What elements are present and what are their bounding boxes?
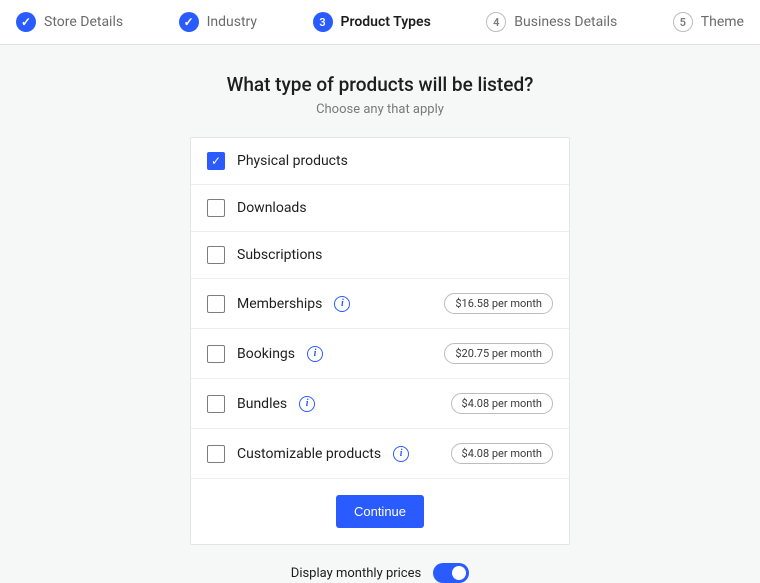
product-type-label: Memberships [237, 296, 322, 312]
checkbox-icon[interactable] [207, 345, 225, 363]
step-store-details[interactable]: ✓ Store Details [16, 12, 123, 32]
checkbox-icon[interactable]: ✓ [207, 152, 225, 170]
check-icon: ✓ [179, 12, 199, 32]
product-type-label: Bookings [237, 346, 295, 362]
step-label: Store Details [44, 14, 123, 30]
checkbox-icon[interactable] [207, 246, 225, 264]
price-toggle-row: Display monthly prices [291, 563, 469, 583]
product-types-card: ✓ Physical products Downloads Subscripti… [190, 137, 570, 545]
price-badge: $20.75 per month [444, 343, 553, 364]
toggle-knob-icon [452, 566, 466, 580]
product-type-row[interactable]: Subscriptions [191, 232, 569, 279]
product-type-row[interactable]: Downloads [191, 185, 569, 232]
step-number-icon: 4 [486, 12, 506, 32]
product-type-row[interactable]: Memberships i $16.58 per month [191, 279, 569, 329]
stepper: ✓ Store Details ✓ Industry 3 Product Typ… [0, 0, 760, 45]
card-actions: Continue [191, 479, 569, 544]
info-icon[interactable]: i [334, 296, 350, 312]
continue-button[interactable]: Continue [336, 495, 424, 528]
product-type-row[interactable]: ✓ Physical products [191, 138, 569, 185]
product-type-label: Customizable products [237, 446, 381, 462]
product-type-label: Bundles [237, 396, 287, 412]
checkbox-icon[interactable] [207, 295, 225, 313]
check-icon: ✓ [16, 12, 36, 32]
step-number-icon: 3 [313, 12, 333, 32]
page-subtitle: Choose any that apply [316, 102, 444, 117]
display-prices-toggle[interactable] [433, 563, 469, 583]
step-label: Industry [207, 14, 257, 30]
product-type-row[interactable]: Bundles i $4.08 per month [191, 379, 569, 429]
checkbox-icon[interactable] [207, 445, 225, 463]
step-theme[interactable]: 5 Theme [673, 12, 744, 32]
price-badge: $4.08 per month [451, 443, 553, 464]
product-type-label: Physical products [237, 153, 348, 169]
product-type-row[interactable]: Customizable products i $4.08 per month [191, 429, 569, 479]
main-content: What type of products will be listed? Ch… [0, 45, 760, 583]
checkbox-icon[interactable] [207, 395, 225, 413]
step-label: Theme [701, 14, 744, 30]
step-product-types[interactable]: 3 Product Types [313, 12, 431, 32]
toggle-label: Display monthly prices [291, 566, 421, 581]
step-business-details[interactable]: 4 Business Details [486, 12, 617, 32]
step-industry[interactable]: ✓ Industry [179, 12, 257, 32]
step-label: Product Types [341, 14, 431, 30]
product-type-label: Subscriptions [237, 247, 322, 263]
product-type-row[interactable]: Bookings i $20.75 per month [191, 329, 569, 379]
price-badge: $16.58 per month [444, 293, 553, 314]
info-icon[interactable]: i [299, 396, 315, 412]
product-type-label: Downloads [237, 200, 307, 216]
step-label: Business Details [514, 14, 617, 30]
info-icon[interactable]: i [307, 346, 323, 362]
info-icon[interactable]: i [393, 446, 409, 462]
price-badge: $4.08 per month [451, 393, 553, 414]
checkbox-icon[interactable] [207, 199, 225, 217]
page-title: What type of products will be listed? [227, 73, 534, 96]
step-number-icon: 5 [673, 12, 693, 32]
